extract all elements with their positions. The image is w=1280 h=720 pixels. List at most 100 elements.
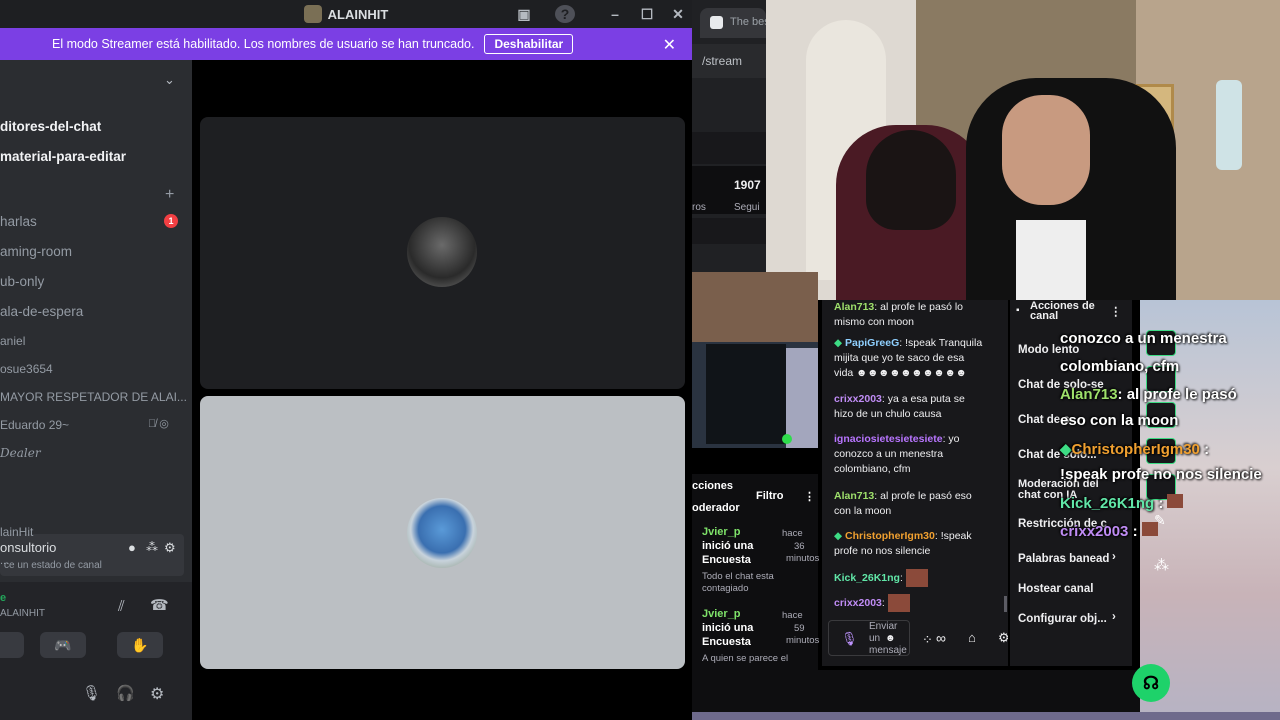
event-user[interactable]: Jvier_p bbox=[702, 526, 741, 538]
more-options-icon[interactable]: ⋮ bbox=[804, 490, 815, 503]
add-member-icon[interactable]: ⁂ bbox=[146, 540, 158, 554]
emoji-icon[interactable]: ☻ bbox=[885, 633, 896, 644]
overlay-line: eso con la moon bbox=[1060, 412, 1179, 429]
moderator-panel: cciones oderador Filtro ⋮ Jvier_p inició… bbox=[692, 474, 820, 670]
participant-tile[interactable] bbox=[200, 396, 685, 669]
voice-user[interactable]: lainHit bbox=[0, 525, 33, 539]
scrollbar[interactable] bbox=[1004, 596, 1007, 612]
chat-username[interactable]: ChristopherIgm30 bbox=[845, 530, 935, 542]
chat-username[interactable]: Alan713 bbox=[834, 301, 874, 313]
settings-icon[interactable]: ⚙ bbox=[998, 630, 1008, 646]
voice-user[interactable]: aniel bbox=[0, 334, 25, 348]
soundboard-button[interactable]: ✋ bbox=[117, 632, 163, 658]
user-panel: e ALAINHIT ⫽ ☎ 🎙 🎧 ⚙ bbox=[0, 582, 192, 720]
tab-favicon-icon bbox=[710, 16, 723, 29]
chat-input-placeholder: un bbox=[869, 633, 881, 644]
event-time: minutos bbox=[786, 553, 820, 564]
active-voice-channel[interactable]: onsultorio ce un estado de canal ● ⁂ ⚙ bbox=[0, 534, 184, 576]
channel-gaming-room[interactable]: aming-room bbox=[0, 244, 72, 259]
action-configure-goal[interactable]: Configurar obj... bbox=[1018, 613, 1107, 625]
chat-input[interactable]: 🎙 Enviar un ☻ mensaje bbox=[828, 620, 910, 656]
discord-window: ALAINHIT ▣ ? – ☐ ✕ El modo Streamer está… bbox=[0, 0, 692, 720]
page-header bbox=[692, 132, 766, 164]
page-bar bbox=[692, 218, 766, 244]
address-bar[interactable]: /stream bbox=[692, 44, 766, 78]
help-icon[interactable]: ? bbox=[555, 5, 575, 23]
disable-streamer-button[interactable]: Deshabilitar bbox=[484, 34, 574, 54]
microphone-icon[interactable]: 🎙 bbox=[841, 631, 858, 647]
chevron-down-icon[interactable]: ⌄ bbox=[164, 72, 175, 88]
camera-button[interactable] bbox=[0, 632, 24, 658]
gear-icon[interactable]: ⚙ bbox=[164, 540, 176, 556]
thumbnail-cam bbox=[692, 272, 818, 342]
channel-editores[interactable]: ditores-del-chat bbox=[0, 119, 101, 134]
microphone-icon[interactable]: 🎙 bbox=[82, 684, 101, 702]
action-host-channel[interactable]: Hostear canal bbox=[1018, 583, 1093, 595]
channel-sala-de-espera[interactable]: ala-de-espera bbox=[0, 304, 83, 319]
chat-username[interactable]: PapiGreeG bbox=[845, 337, 899, 349]
streamer-mode-banner: El modo Streamer está habilitado. Los no… bbox=[0, 28, 692, 60]
overlay-username: crixx2003 bbox=[1060, 523, 1129, 540]
channel-charlas[interactable]: harlas bbox=[0, 214, 37, 229]
disconnect-icon[interactable]: ☎ bbox=[150, 596, 169, 614]
emote-icon bbox=[1141, 522, 1158, 536]
more-options-icon[interactable]: ⋮ bbox=[1110, 304, 1122, 318]
chat-panel: Alan713: al profe le pasó lo mismo con m… bbox=[822, 300, 1008, 666]
channel-status[interactable]: ce un estado de canal bbox=[4, 560, 102, 571]
headset-icon[interactable]: 🎧 bbox=[116, 684, 135, 702]
noise-suppression-icon[interactable]: ⫽ bbox=[118, 598, 125, 615]
mod-title-line1: cciones bbox=[692, 480, 733, 492]
overlay-line: : bbox=[1128, 523, 1138, 540]
event-action: Encuesta bbox=[702, 636, 751, 648]
close-banner-icon[interactable]: ✕ bbox=[663, 35, 676, 55]
chat-username[interactable]: Alan713 bbox=[834, 490, 874, 502]
chat-username[interactable]: ignaciosietesietesiete bbox=[834, 433, 943, 445]
channel-sub-only[interactable]: ub-only bbox=[0, 274, 44, 289]
maximize-icon[interactable]: ☐ bbox=[637, 5, 657, 23]
unread-badge: 1 bbox=[164, 214, 178, 228]
inbox-icon[interactable]: ▣ bbox=[514, 5, 534, 23]
chat-text: : ya a esa puta se bbox=[881, 393, 965, 405]
stream-thumbnail[interactable] bbox=[692, 272, 818, 448]
add-channel-icon[interactable]: + bbox=[165, 186, 174, 204]
infinity-icon[interactable]: ∞ bbox=[936, 630, 946, 646]
emote-icon bbox=[1167, 494, 1184, 508]
chat-text: : al profe le pasó lo bbox=[874, 301, 964, 313]
event-user[interactable]: Jvier_p bbox=[702, 608, 741, 620]
channel-material[interactable]: material-para-editar bbox=[0, 149, 126, 164]
overlay-line: colombiano, cfm bbox=[1060, 358, 1180, 375]
close-icon[interactable]: ✕ bbox=[668, 5, 688, 23]
event-time: 59 bbox=[794, 623, 805, 634]
action-banned-words[interactable]: Palabras banead bbox=[1018, 553, 1109, 565]
store-icon[interactable]: ⌂ bbox=[968, 630, 976, 645]
chat-text: : yo bbox=[942, 433, 960, 445]
voice-user[interactable]: Dealer bbox=[0, 446, 41, 460]
settings-gear-icon[interactable]: ⚙ bbox=[150, 684, 164, 704]
server-icon bbox=[303, 5, 322, 23]
filter-button[interactable]: Filtro bbox=[756, 490, 784, 502]
chat-username[interactable]: Kick_26K1ng bbox=[834, 572, 900, 584]
overlay-username: Kick_26K1ng bbox=[1060, 495, 1155, 512]
bits-icon[interactable]: ⁘ bbox=[922, 632, 933, 648]
minimize-icon[interactable]: – bbox=[605, 5, 625, 23]
moderator-badge-icon: ◆ bbox=[834, 337, 843, 349]
share-icon[interactable]: ⁂ bbox=[1154, 556, 1169, 574]
event-detail: A quien se parece el bbox=[702, 653, 789, 664]
chat-username[interactable]: crixx2003 bbox=[834, 393, 882, 405]
chevron-right-icon: › bbox=[1112, 611, 1116, 623]
bottle bbox=[1216, 80, 1242, 170]
tab-title: The bes bbox=[730, 16, 766, 28]
voice-user[interactable]: MAYOR RESPETADOR DE ALAI... bbox=[0, 390, 187, 404]
chat-username[interactable]: crixx2003 bbox=[834, 597, 882, 609]
voice-user[interactable]: osue3654 bbox=[0, 362, 53, 376]
voice-user[interactable]: Eduardo 29~ bbox=[0, 418, 69, 432]
chat-text: colombiano, cfm bbox=[834, 463, 911, 475]
event-time: minutos bbox=[786, 635, 820, 646]
chat-text: : al profe le pasó eso bbox=[874, 490, 972, 502]
overlay-line: : al profe le pasó bbox=[1117, 386, 1237, 403]
browser-tab[interactable]: The bes bbox=[700, 8, 766, 38]
headset-icon[interactable]: ☊ bbox=[1132, 664, 1170, 702]
chat-icon[interactable]: ● bbox=[128, 540, 136, 555]
activity-button[interactable]: 🎮 bbox=[40, 632, 86, 658]
participant-tile[interactable] bbox=[200, 117, 685, 389]
